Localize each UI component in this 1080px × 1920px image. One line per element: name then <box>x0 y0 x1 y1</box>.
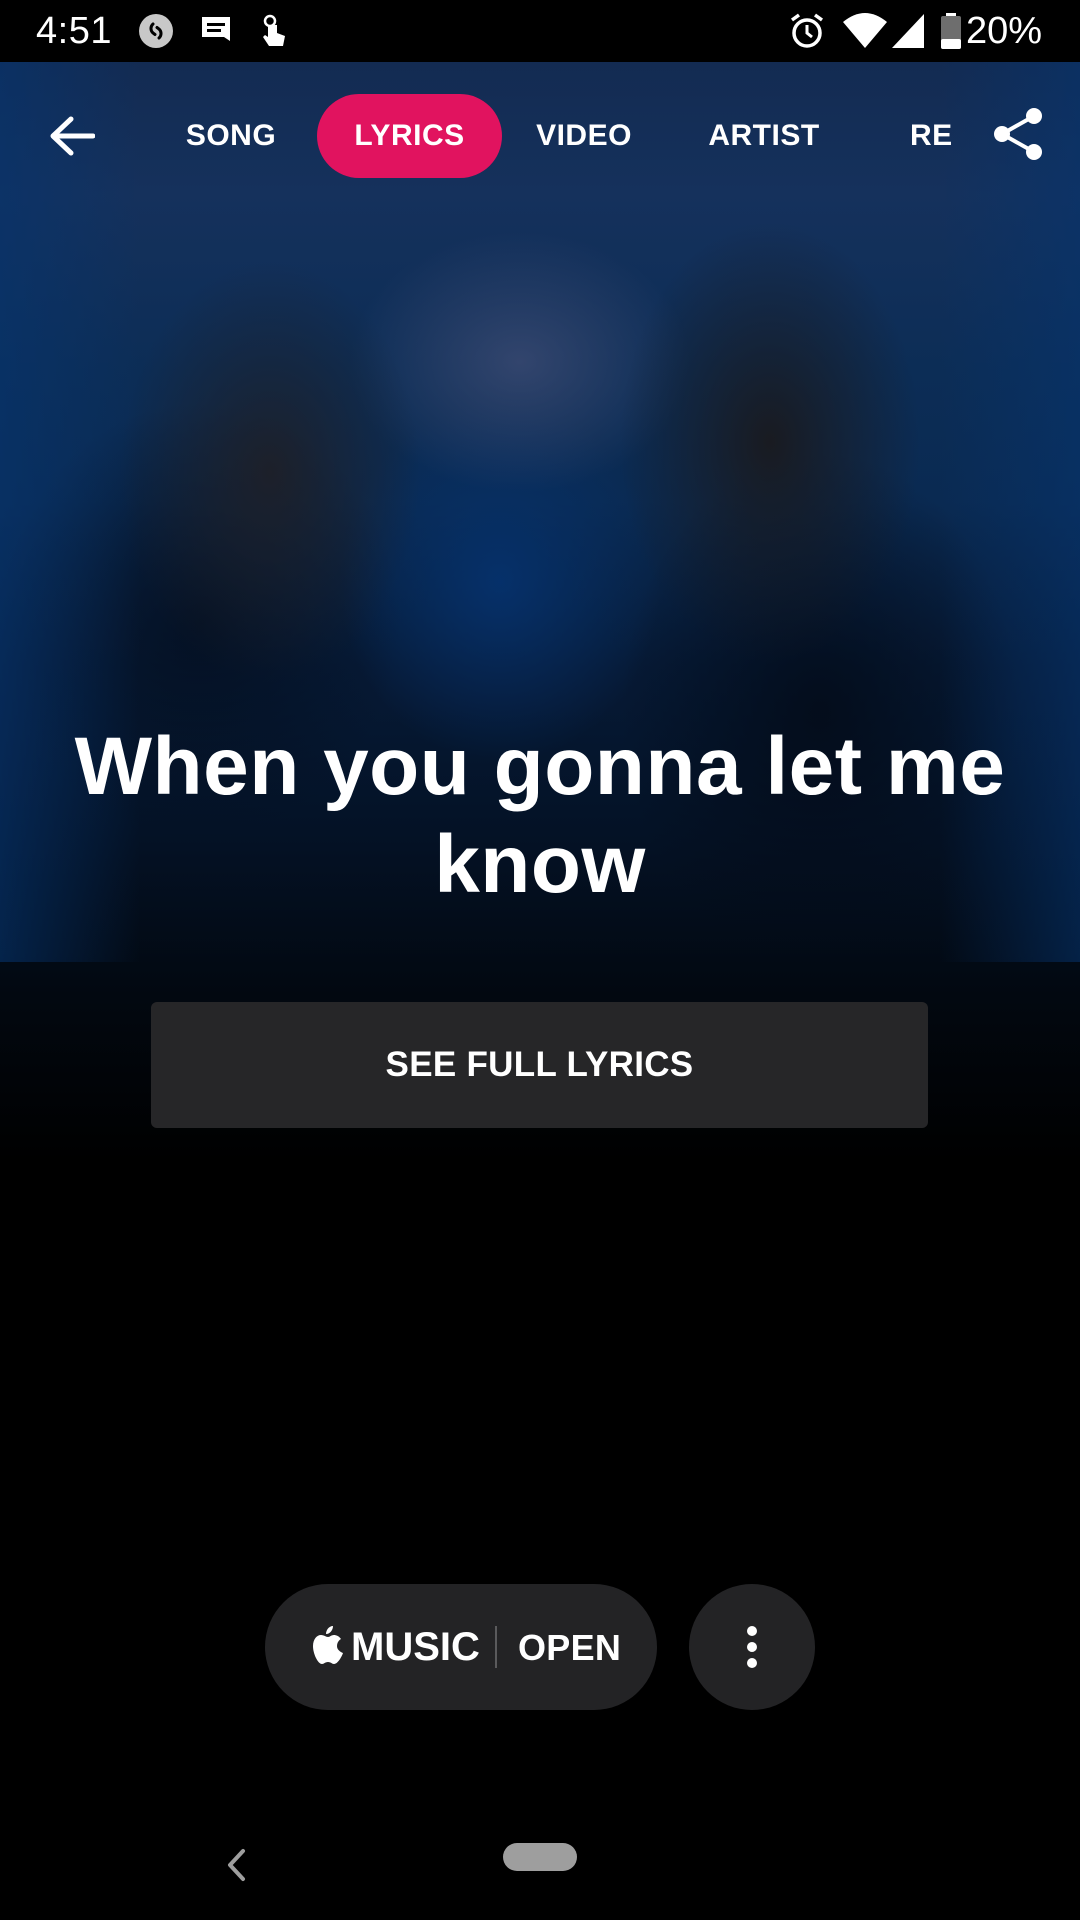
battery-percent: 20% <box>965 10 1042 52</box>
shazam-lyrics-screen: 4:51 20% SONG LYRICS VIDEO ARTIST RE Whe… <box>0 0 1080 1920</box>
tab-artist[interactable]: ARTIST <box>686 94 842 178</box>
more-options-button[interactable] <box>689 1584 815 1710</box>
signal-icon <box>892 14 924 48</box>
status-bar: 4:51 20% <box>0 0 1080 62</box>
system-navigation-bar <box>0 1800 1080 1920</box>
apple-music-label: MUSIC <box>351 1625 480 1669</box>
see-full-lyrics-button[interactable]: SEE FULL LYRICS <box>151 1002 928 1128</box>
wifi-icon <box>843 13 887 48</box>
arrow-left-icon <box>50 116 95 156</box>
top-navigation: SONG LYRICS VIDEO ARTIST RELATED <box>0 62 1080 210</box>
blurred-artwork-background <box>0 62 1080 1162</box>
apple-logo-icon <box>313 1626 343 1664</box>
divider <box>495 1626 497 1668</box>
tab-lyrics[interactable]: LYRICS <box>317 94 502 178</box>
system-back-button[interactable] <box>216 1840 256 1890</box>
more-vertical-icon <box>747 1626 757 1668</box>
touch-icon <box>263 14 285 46</box>
home-pill-button[interactable] <box>503 1843 577 1871</box>
chevron-left-icon <box>228 1849 245 1881</box>
tab-bar: SONG LYRICS VIDEO ARTIST RELATED <box>150 94 952 178</box>
battery-icon <box>941 13 961 49</box>
status-time: 4:51 <box>36 10 112 52</box>
message-icon <box>202 17 230 41</box>
alarm-icon <box>790 13 824 48</box>
apple-music-open-button[interactable]: MUSIC OPEN <box>265 1584 657 1710</box>
tab-song[interactable]: SONG <box>150 94 312 178</box>
tab-video[interactable]: VIDEO <box>508 94 660 178</box>
open-label: OPEN <box>518 1627 622 1668</box>
share-icon <box>994 108 1042 160</box>
back-button[interactable] <box>44 110 100 162</box>
tab-related[interactable]: RELATED <box>910 94 952 178</box>
lyric-line: When you gonna let me know <box>74 721 1006 910</box>
shazam-icon <box>139 14 173 48</box>
share-button[interactable] <box>990 106 1046 162</box>
